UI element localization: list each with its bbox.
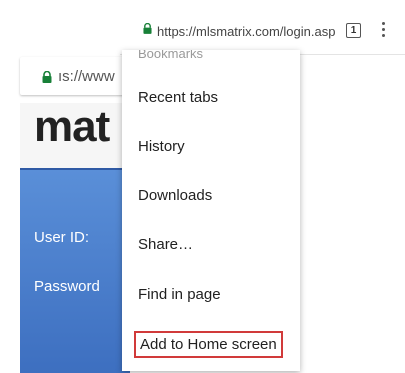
menu-item-recent-tabs[interactable]: Recent tabs: [138, 89, 218, 106]
background-url: ıs://www: [58, 68, 115, 85]
menu-item-share[interactable]: Share…: [138, 236, 193, 253]
menu-item-find-in-page[interactable]: Find in page: [138, 286, 221, 303]
address-bar[interactable]: https://mlsmatrix.com/login.asp: [124, 14, 342, 48]
menu-item-bookmarks[interactable]: Bookmarks: [138, 50, 203, 61]
login-panel: [20, 168, 130, 373]
site-logo: mat: [34, 102, 110, 151]
menu-item-add-to-home-screen[interactable]: Add to Home screen: [134, 331, 283, 358]
overflow-menu: Bookmarks Recent tabs History Downloads …: [122, 50, 300, 371]
lock-icon: [42, 71, 52, 83]
url-text: https://mlsmatrix.com/login.asp: [157, 24, 336, 39]
password-label: Password: [34, 278, 100, 295]
overflow-menu-icon[interactable]: [381, 22, 387, 40]
menu-item-downloads[interactable]: Downloads: [138, 187, 212, 204]
user-id-label: User ID:: [34, 229, 90, 246]
background-address-bar[interactable]: ıs://www: [20, 57, 130, 95]
menu-item-history[interactable]: History: [138, 138, 185, 155]
lock-icon: [143, 23, 152, 34]
tab-switcher-button[interactable]: 1: [346, 23, 361, 38]
